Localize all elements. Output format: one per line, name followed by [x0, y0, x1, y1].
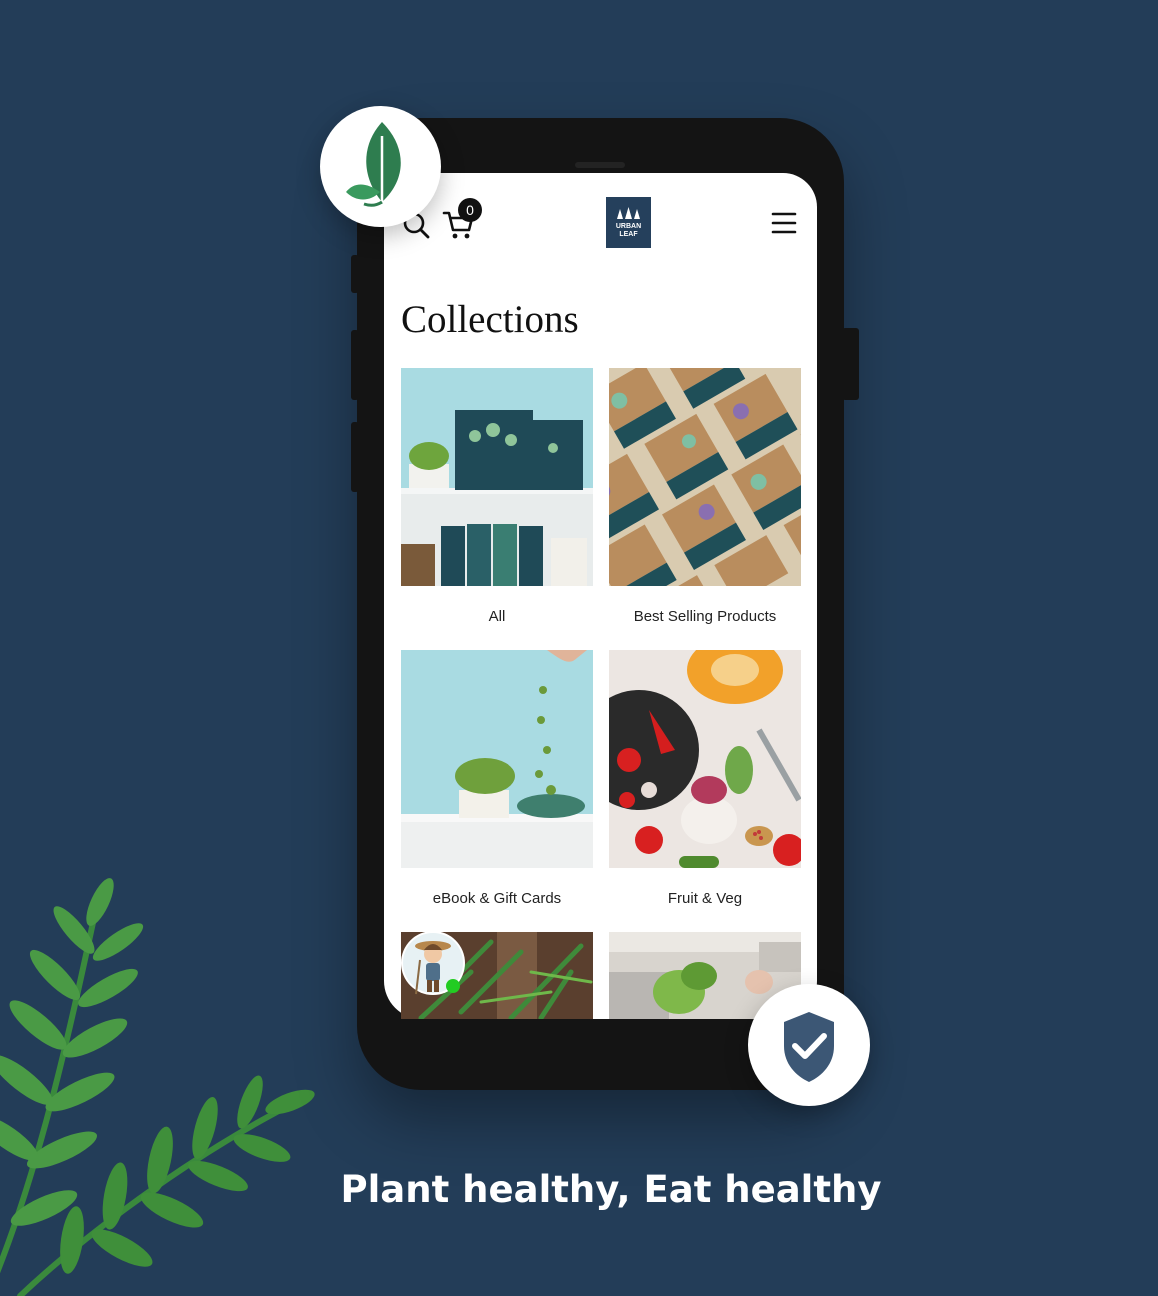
shield-check-icon: [784, 1012, 834, 1082]
collection-image: [609, 368, 801, 586]
online-status-dot: [446, 979, 460, 993]
collection-image: [609, 650, 801, 868]
collection-label[interactable]: eBook & Gift Cards: [401, 890, 593, 907]
collection-image: [401, 368, 593, 586]
phone-side-button: [351, 255, 359, 293]
leaf-badge: [320, 106, 441, 227]
security-badge: [748, 984, 870, 1106]
phone-side-button: [351, 330, 359, 400]
fern-decoration: [0, 878, 315, 1296]
menu-icon[interactable]: [771, 210, 797, 236]
collection-tile-all[interactable]: [401, 368, 593, 586]
collection-tile-best-selling[interactable]: [609, 368, 801, 586]
leaf-icon: [346, 122, 401, 207]
collection-label[interactable]: Fruit & Veg: [609, 890, 801, 907]
collection-label[interactable]: Best Selling Products: [609, 608, 801, 625]
brand-logo[interactable]: URBAN LEAF: [606, 197, 651, 248]
collection-label[interactable]: All: [401, 608, 593, 625]
logo-text: URBAN LEAF: [615, 223, 642, 238]
phone-speaker: [575, 162, 625, 168]
phone-side-button: [351, 422, 359, 492]
collection-tile-ebook-gift-cards[interactable]: [401, 650, 593, 868]
collection-tile-fruit-veg[interactable]: [609, 650, 801, 868]
collection-image: [401, 650, 593, 868]
cart-count-badge: 0: [458, 198, 482, 222]
tagline: Plant healthy, Eat healthy: [340, 1168, 882, 1211]
phone-power-button: [842, 328, 859, 400]
page-title: Collections: [401, 298, 579, 341]
trees-icon: [617, 207, 640, 219]
